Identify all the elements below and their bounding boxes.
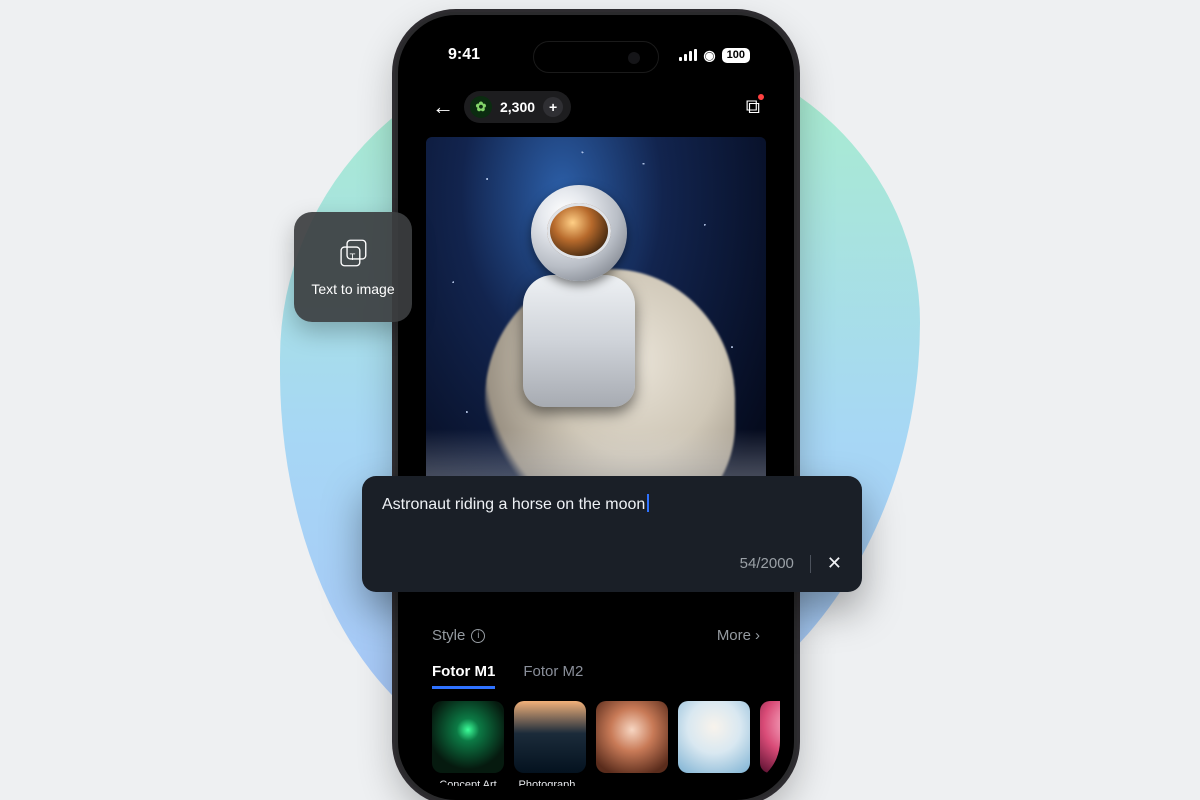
aspect-ratio-button[interactable]: ⧉ [746, 96, 760, 119]
tab-fotor-m2[interactable]: Fotor M2 [523, 657, 583, 689]
badge-label: Text to image [311, 281, 394, 297]
style-thumb-concept-art[interactable]: Concept Art [432, 701, 504, 786]
credits-value: 2,300 [500, 99, 535, 115]
clear-prompt-button[interactable]: ✕ [827, 553, 842, 574]
style-section-header: Style i More › [432, 627, 760, 644]
app-header: ← ✿ 2,300 + ⧉ [412, 85, 780, 129]
info-icon[interactable]: i [471, 629, 485, 643]
style-thumb-5[interactable] [760, 701, 780, 786]
notification-dot [758, 94, 764, 100]
style-thumb-3[interactable] [596, 701, 668, 786]
leaf-icon: ✿ [470, 96, 492, 118]
text-cursor [647, 494, 649, 512]
credits-pill[interactable]: ✿ 2,300 + [464, 91, 571, 123]
style-thumbnails: Concept Art Photograph.. [432, 701, 780, 786]
thumb-image [514, 701, 586, 773]
cellular-icon [679, 49, 697, 61]
phone-frame: 9:41 ◉ 100 ← ✿ 2,300 + ⧉ [398, 15, 794, 800]
add-credits-button[interactable]: + [543, 97, 563, 117]
thumb-image [432, 701, 504, 773]
wifi-icon: ◉ [703, 47, 715, 64]
thumb-image [596, 701, 668, 773]
text-to-image-icon: T [336, 237, 370, 269]
prompt-panel: Astronaut riding a horse on the moon 54/… [362, 476, 862, 592]
prompt-footer: 54/2000 ✕ [382, 553, 842, 574]
tab-fotor-m1[interactable]: Fotor M1 [432, 657, 495, 689]
prompt-input[interactable]: Astronaut riding a horse on the moon [382, 494, 842, 514]
style-label: Style [432, 627, 465, 644]
phone-screen: 9:41 ◉ 100 ← ✿ 2,300 + ⧉ [412, 29, 780, 786]
battery-pill: 100 [722, 48, 750, 63]
generated-image-preview[interactable] [426, 137, 766, 519]
thumb-image [678, 701, 750, 773]
style-tabs: Fotor M1 Fotor M2 [432, 657, 760, 689]
chevron-right-icon: › [755, 627, 760, 644]
style-thumb-4[interactable] [678, 701, 750, 786]
thumb-label: Photograph.. [514, 779, 586, 786]
style-more-button[interactable]: More › [717, 627, 760, 644]
char-counter: 54/2000 [740, 555, 794, 572]
dynamic-island [533, 41, 659, 73]
astronaut-figure [494, 185, 664, 435]
divider [810, 555, 811, 573]
text-to-image-badge[interactable]: T Text to image [294, 212, 412, 322]
status-time: 9:41 [448, 46, 480, 64]
back-button[interactable]: ← [432, 94, 454, 120]
svg-text:T: T [350, 252, 356, 262]
thumb-label: Concept Art [432, 779, 504, 786]
more-label: More [717, 627, 751, 644]
style-thumb-photograph[interactable]: Photograph.. [514, 701, 586, 786]
thumb-image [760, 701, 780, 773]
prompt-text-value: Astronaut riding a horse on the moon [382, 496, 645, 513]
